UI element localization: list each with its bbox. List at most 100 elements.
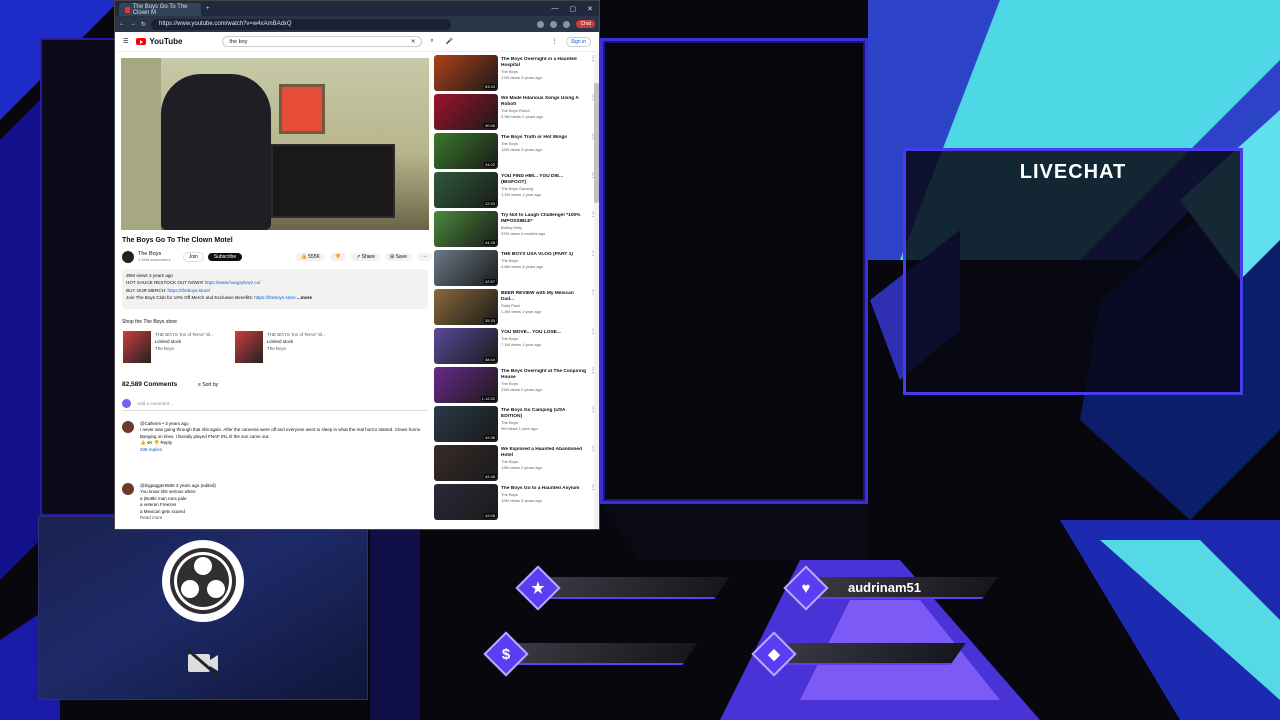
recommended-video[interactable]: 42:38 The Boys Go Camping (USA EDITION) Th… bbox=[434, 406, 596, 442]
more-actions-icon[interactable]: ⋯ bbox=[417, 253, 432, 261]
forward-icon[interactable]: → bbox=[130, 21, 136, 27]
recommended-title[interactable]: Try Not to Laugh Challenge! *100% IMPOSS… bbox=[501, 213, 587, 225]
comment-like-icon[interactable]: 👍 bbox=[140, 440, 146, 445]
duration-badge: 1:12:32 bbox=[480, 396, 496, 401]
share-button[interactable]: ↗ Share bbox=[351, 253, 380, 261]
clear-search-icon[interactable]: ✕ bbox=[411, 39, 422, 45]
search-icon[interactable]: ⌕ bbox=[430, 38, 433, 45]
comment-dislike-icon[interactable]: 👎 bbox=[154, 440, 160, 445]
channel-row: The Boys 1.34M subscribers Join Subscrib… bbox=[122, 249, 432, 265]
recommended-video[interactable]: 48:44 YOU MOVE... YOU LOSE... The Boys 7.1M… bbox=[434, 328, 596, 364]
recommended-video[interactable]: 53:33 The Boys Overnight in a Haunted Hos… bbox=[434, 55, 596, 91]
comment-text: You know shit serious when: a (Bottle ma… bbox=[140, 489, 197, 514]
channel-subs: 1.34M subscribers bbox=[138, 257, 171, 262]
video-description[interactable]: 35M views 3 years ago HOT SAUCE RESTOCK … bbox=[122, 269, 428, 309]
video-thumbnail[interactable]: 53:33 bbox=[434, 55, 498, 91]
add-comment-input[interactable]: Add a comment... bbox=[122, 399, 428, 411]
extension-icon[interactable] bbox=[537, 20, 545, 28]
video-thumbnail[interactable]: 42:08 bbox=[434, 484, 498, 520]
video-thumbnail[interactable]: 22:33 bbox=[434, 172, 498, 208]
video-thumbnail[interactable]: 42:38 bbox=[434, 406, 498, 442]
bookmark-icon[interactable] bbox=[550, 20, 558, 28]
store-item[interactable]: THE BOYS 'Inn of Terror' Sl... Limited s… bbox=[235, 331, 326, 363]
scene-frame-left bbox=[40, 38, 120, 516]
back-icon[interactable]: ← bbox=[119, 21, 125, 27]
recommended-title[interactable]: The Boys Overnight in a Haunted Hospital bbox=[501, 57, 587, 69]
recommended-video[interactable]: 35:33 BEER REVIEW with My Mexican Dad... R… bbox=[434, 289, 596, 325]
more-options-icon[interactable]: ⋮ bbox=[552, 38, 558, 45]
recommended-title[interactable]: We Made Hilarious Songs Using A Robot! bbox=[501, 96, 587, 108]
recommended-video[interactable]: 30:45 We Made Hilarious Songs Using A Rob… bbox=[434, 94, 596, 130]
recommended-views: 1.4M views 1 year ago bbox=[501, 309, 542, 314]
recommended-title[interactable]: BEER REVIEW with My Mexican Dad... bbox=[501, 291, 587, 303]
comment-text: I never was going through that shit agai… bbox=[140, 427, 422, 439]
video-thumbnail[interactable]: 30:45 bbox=[434, 94, 498, 130]
channel-avatar[interactable] bbox=[122, 251, 134, 263]
chat-button[interactable]: Chat bbox=[576, 20, 595, 28]
join-button[interactable]: Join bbox=[182, 252, 204, 262]
tv bbox=[271, 144, 395, 218]
save-button[interactable]: ⊞ Save bbox=[385, 253, 412, 261]
person-hoodie bbox=[161, 74, 271, 230]
recommended-title[interactable]: We Explored a Haunted Abandoned Hotel bbox=[501, 447, 587, 459]
duration-badge: 35:33 bbox=[483, 318, 496, 323]
video-thumbnail[interactable]: 44:28 bbox=[434, 211, 498, 247]
recommended-views: 21M views 2 years ago bbox=[501, 387, 542, 392]
video-thumbnail[interactable]: 48:44 bbox=[434, 328, 498, 364]
recommended-video[interactable]: 44:28 Try Not to Laugh Challenge! *100% I… bbox=[434, 211, 596, 247]
youtube-logo[interactable]: YouTube bbox=[136, 37, 182, 46]
video-thumbnail[interactable]: 42:48 bbox=[434, 445, 498, 481]
desc-more-link[interactable]: ...more bbox=[297, 295, 312, 300]
dislike-button[interactable]: 👎 bbox=[329, 253, 347, 261]
sort-button[interactable]: ≡ Sort by bbox=[198, 382, 218, 388]
comment: @Callenm • 3 years ago I never was going… bbox=[122, 421, 428, 453]
like-button[interactable]: 👍 555K bbox=[295, 253, 325, 261]
recommended-video[interactable]: 1:12:32 The Boys Overnight at The Conjuri… bbox=[434, 367, 596, 403]
recommended-views: 12M views 3 years ago bbox=[501, 498, 542, 503]
recommended-video[interactable]: 22:33 YOU FIND HIM... YOU DIE... (BIGFOOT… bbox=[434, 172, 596, 208]
new-tab-icon[interactable]: + bbox=[206, 6, 210, 12]
minimize-icon[interactable]: — bbox=[552, 5, 559, 13]
comment: @bigpagger5566 3 years ago (edited) You … bbox=[122, 483, 428, 521]
video-thumbnail[interactable]: 35:33 bbox=[434, 289, 498, 325]
video-thumbnail[interactable]: 42:57 bbox=[434, 250, 498, 286]
profile-icon[interactable] bbox=[563, 20, 571, 28]
video-thumbnail[interactable]: 1:12:32 bbox=[434, 367, 498, 403]
microphone-icon[interactable]: 🎤 bbox=[446, 38, 453, 45]
recommended-title[interactable]: The Boys Go Camping (USA EDITION) bbox=[501, 408, 587, 420]
store-item[interactable]: THE BOYS 'Inn of Terror' Sl... Limited s… bbox=[123, 331, 214, 363]
reply-button[interactable]: Reply bbox=[161, 440, 173, 445]
duration-badge: 42:57 bbox=[483, 279, 496, 284]
recommended-title[interactable]: YOU FIND HIM... YOU DIE... (BIGFOOT) bbox=[501, 174, 587, 186]
recommended-video[interactable]: 34:22 The Boys Truth or Hot Wings The Boys… bbox=[434, 133, 596, 169]
recommended-video[interactable]: 42:48 We Explored a Haunted Abandoned Hot… bbox=[434, 445, 596, 481]
duration-badge: 34:22 bbox=[483, 162, 496, 167]
video-thumbnail[interactable]: 34:22 bbox=[434, 133, 498, 169]
commenter-avatar[interactable] bbox=[122, 421, 134, 433]
reload-icon[interactable]: ↻ bbox=[141, 21, 146, 28]
video-player[interactable] bbox=[121, 58, 429, 230]
read-more-link[interactable]: Read more bbox=[140, 515, 216, 521]
duration-badge: 30:45 bbox=[483, 123, 496, 128]
search-input[interactable]: the boy ✕ bbox=[222, 36, 423, 47]
desc-link-club[interactable]: https://theboys.store bbox=[254, 295, 295, 300]
maximize-icon[interactable]: ▢ bbox=[570, 5, 577, 13]
recommended-title[interactable]: The Boys Overnight at The Conjuring Hous… bbox=[501, 369, 587, 381]
close-window-icon[interactable]: ✕ bbox=[587, 5, 593, 13]
alert-subscriber-label: audrinam51 bbox=[848, 580, 921, 595]
recommended-views: 4.6M views 3 years ago bbox=[501, 264, 544, 269]
desc-link-hotsauce[interactable]: https://www.hungryboyz.co/ bbox=[205, 280, 261, 285]
recommended-video[interactable]: 42:08 The Boys Go to a Haunted Asylum The … bbox=[434, 484, 596, 520]
sign-in-button[interactable]: Sign in bbox=[565, 36, 591, 47]
recommended-views: 3.9M views 2 years ago bbox=[501, 114, 544, 119]
scrollbar[interactable] bbox=[594, 53, 599, 529]
duration-badge: 22:33 bbox=[483, 201, 496, 206]
desc-link-merch[interactable]: https://theboys.store/ bbox=[168, 288, 211, 293]
subscribe-button[interactable]: Subscribe bbox=[207, 253, 243, 261]
commenter-avatar[interactable] bbox=[122, 483, 134, 495]
replies-toggle[interactable]: 338 replies bbox=[140, 447, 428, 453]
browser-tab[interactable]: The Boys Go To The Clown M bbox=[119, 3, 201, 16]
url-field[interactable]: https://www.youtube.com/watch?v=w4xAmBAd… bbox=[151, 18, 452, 30]
recommended-video[interactable]: 42:57 THE BOYS USA VLOG (PART 1) The Boys 4… bbox=[434, 250, 596, 286]
menu-icon[interactable]: ☰ bbox=[123, 38, 128, 45]
